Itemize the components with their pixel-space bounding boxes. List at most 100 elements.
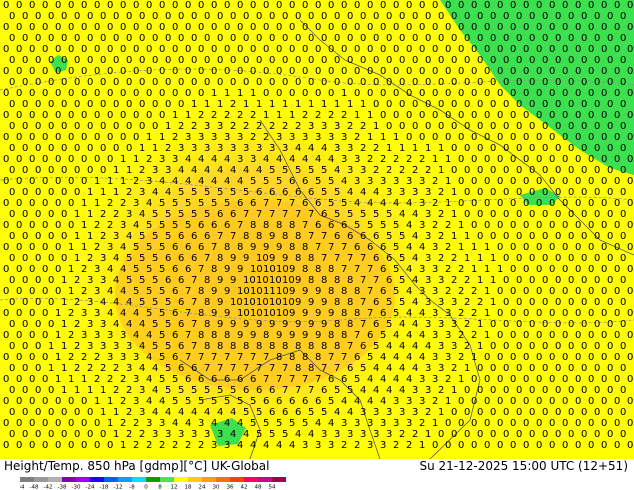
temp-label: 0 bbox=[562, 242, 568, 253]
temp-label: 2 bbox=[438, 253, 444, 264]
temp-label: 0 bbox=[503, 407, 509, 418]
temp-label: 2 bbox=[159, 440, 165, 451]
temp-label: 0 bbox=[458, 44, 464, 55]
temp-label: 7 bbox=[191, 275, 197, 286]
temp-label: 9 bbox=[250, 242, 256, 253]
temp-label: 2 bbox=[133, 418, 139, 429]
temp-label: 0 bbox=[29, 308, 35, 319]
temp-label: 7 bbox=[191, 319, 197, 330]
temp-label: 0 bbox=[614, 418, 620, 429]
temp-label: 0 bbox=[425, 11, 431, 22]
temp-label: 0 bbox=[601, 308, 607, 319]
temp-label: 0 bbox=[581, 429, 587, 440]
temp-label: 0 bbox=[607, 187, 613, 198]
temp-label: 5 bbox=[133, 242, 139, 253]
temp-label: 0 bbox=[562, 330, 568, 341]
temp-label: 0 bbox=[549, 66, 555, 77]
temp-label: 3 bbox=[237, 154, 243, 165]
temp-label: 1 bbox=[55, 308, 61, 319]
temp-label: 0 bbox=[464, 11, 470, 22]
temp-label: 5 bbox=[386, 209, 392, 220]
temp-label: 6 bbox=[334, 231, 340, 242]
temp-label: 8 bbox=[217, 253, 223, 264]
temp-label: 0 bbox=[562, 176, 568, 187]
temp-label: 2 bbox=[146, 440, 152, 451]
temp-label: 6 bbox=[198, 242, 204, 253]
temp-label: 0 bbox=[399, 33, 405, 44]
temp-label: 0 bbox=[22, 209, 28, 220]
temp-label: 4 bbox=[120, 242, 126, 253]
temp-label: 0 bbox=[152, 77, 158, 88]
colorbar-swatch bbox=[62, 477, 76, 482]
temp-label: 0 bbox=[185, 22, 191, 33]
temp-label: 0 bbox=[22, 297, 28, 308]
temp-label: 0 bbox=[16, 44, 22, 55]
temp-label: 0 bbox=[185, 66, 191, 77]
temp-label: 9 bbox=[217, 297, 223, 308]
temp-label: 5 bbox=[282, 165, 288, 176]
temp-label: 0 bbox=[471, 154, 477, 165]
temp-label: 0 bbox=[549, 110, 555, 121]
temp-label: 0 bbox=[438, 77, 444, 88]
temp-label: 0 bbox=[315, 0, 321, 11]
temp-label: 7 bbox=[328, 352, 334, 363]
temp-label: 0 bbox=[341, 66, 347, 77]
temp-label: 0 bbox=[620, 143, 626, 154]
temp-label: 6 bbox=[315, 220, 321, 231]
temp-label: 1 bbox=[120, 154, 126, 165]
temp-label: 2 bbox=[237, 110, 243, 121]
temp-label: 0 bbox=[601, 0, 607, 11]
temp-label: 5 bbox=[172, 198, 178, 209]
temp-label: 0 bbox=[607, 165, 613, 176]
temp-label: 0 bbox=[22, 429, 28, 440]
temp-label: 3 bbox=[243, 143, 249, 154]
temp-label: 0 bbox=[146, 22, 152, 33]
temp-label: 3 bbox=[256, 143, 262, 154]
temp-label: 0 bbox=[562, 418, 568, 429]
temp-label: 0 bbox=[581, 275, 587, 286]
temp-label: 7 bbox=[367, 308, 373, 319]
temp-label: 8 bbox=[243, 341, 249, 352]
temp-label: 0 bbox=[536, 242, 542, 253]
temp-label: 0 bbox=[35, 385, 41, 396]
temp-label: 4 bbox=[211, 154, 217, 165]
temp-label: 0 bbox=[68, 396, 74, 407]
temp-label: 6 bbox=[263, 396, 269, 407]
temp-label: 9 bbox=[230, 275, 236, 286]
temp-label: 6 bbox=[237, 374, 243, 385]
temp-label: 0 bbox=[55, 132, 61, 143]
temp-label: 0 bbox=[536, 440, 542, 451]
temp-label: 0 bbox=[477, 55, 483, 66]
temp-label: 0 bbox=[594, 11, 600, 22]
temp-label: 3 bbox=[107, 352, 113, 363]
temp-label: 0 bbox=[614, 66, 620, 77]
colorbar-swatch bbox=[258, 477, 272, 482]
temp-label: 10 bbox=[269, 297, 282, 308]
temp-label: 0 bbox=[523, 176, 529, 187]
temp-label: 0 bbox=[146, 110, 152, 121]
temp-label: 2 bbox=[224, 110, 230, 121]
temp-label: 0 bbox=[614, 242, 620, 253]
temp-label: 3 bbox=[126, 363, 132, 374]
temp-label: 0 bbox=[555, 319, 561, 330]
temp-label: 6 bbox=[380, 308, 386, 319]
temp-label: 0 bbox=[42, 220, 48, 231]
temp-label: 0 bbox=[198, 88, 204, 99]
temp-label: 0 bbox=[536, 154, 542, 165]
temp-label: 0 bbox=[607, 275, 613, 286]
temp-label: 0 bbox=[204, 11, 210, 22]
temp-label: 2 bbox=[198, 440, 204, 451]
temp-label: 3 bbox=[386, 407, 392, 418]
temp-label: 1 bbox=[445, 154, 451, 165]
temp-label: 0 bbox=[42, 286, 48, 297]
temp-label: 8 bbox=[263, 220, 269, 231]
temp-label: 0 bbox=[588, 176, 594, 187]
temp-label: 4 bbox=[243, 429, 249, 440]
temp-label: 0 bbox=[503, 385, 509, 396]
temp-label: 0 bbox=[529, 187, 535, 198]
temp-label: 1 bbox=[87, 385, 93, 396]
temp-label: 8 bbox=[328, 330, 334, 341]
temp-label: 0 bbox=[133, 44, 139, 55]
temp-label: 7 bbox=[282, 385, 288, 396]
temp-label: 6 bbox=[276, 396, 282, 407]
